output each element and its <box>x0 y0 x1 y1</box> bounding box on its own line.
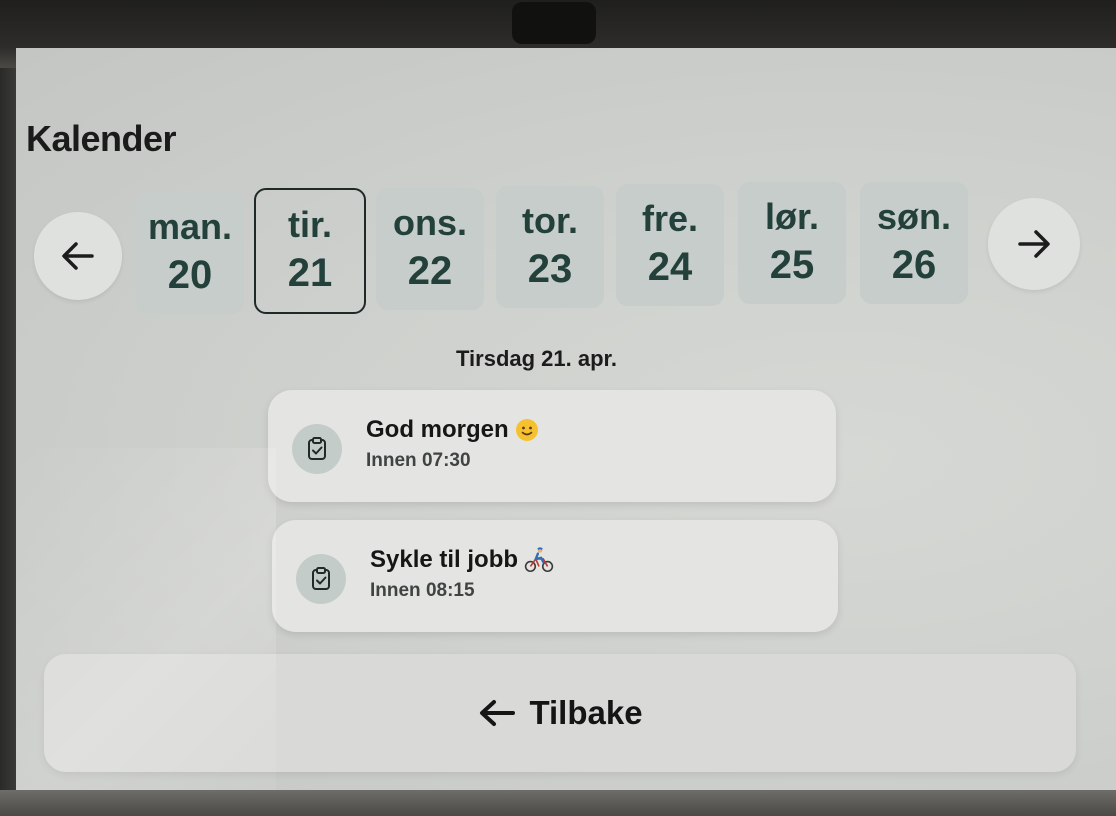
day-number: 25 <box>769 243 815 287</box>
clipboard-check-icon <box>296 554 346 604</box>
day-name: fre. <box>641 198 699 239</box>
task-card[interactable]: Sykle til jobb Innen 08:15 <box>272 520 838 632</box>
person-biking-emoji-icon <box>524 547 554 573</box>
arrow-right-icon <box>1018 230 1050 258</box>
day-name: man. <box>147 206 233 247</box>
camera-notch <box>512 2 596 44</box>
arrow-left-icon <box>62 242 94 270</box>
day-name: tor. <box>521 200 578 241</box>
day-number: 26 <box>891 243 937 287</box>
app-screen: Kalender man. 20 tir. 21 ons. 22 tor. 23… <box>16 48 1116 793</box>
back-button[interactable]: Tilbake <box>44 654 1076 772</box>
smiling-face-emoji-icon <box>515 419 538 441</box>
day-tile-sat[interactable]: lør. 25 <box>738 182 846 304</box>
week-day-strip: man. 20 tir. 21 ons. 22 tor. 23 fre. 24 … <box>136 182 986 322</box>
day-tile-thu[interactable]: tor. 23 <box>496 186 604 308</box>
day-number: 22 <box>407 249 453 293</box>
day-number: 21 <box>287 251 333 295</box>
day-number: 23 <box>527 247 573 291</box>
page-title: Kalender <box>26 118 177 159</box>
task-title: Sykle til jobb <box>370 546 519 573</box>
device-bezel-bottom <box>0 790 1116 816</box>
day-name: ons. <box>392 202 467 243</box>
task-deadline: Innen 08:15 <box>370 580 475 601</box>
arrow-left-icon <box>480 700 516 726</box>
back-button-label: Tilbake <box>529 694 643 731</box>
day-tile-sun[interactable]: søn. 26 <box>860 182 968 304</box>
day-name: søn. <box>876 196 951 237</box>
day-tile-mon[interactable]: man. 20 <box>136 192 244 314</box>
selected-date-heading: Tirsdag 21. apr. <box>456 346 618 371</box>
day-number: 20 <box>167 253 213 297</box>
day-tile-wed[interactable]: ons. 22 <box>376 188 484 310</box>
task-deadline: Innen 07:30 <box>366 450 471 471</box>
day-number: 24 <box>647 245 693 289</box>
day-tile-fri[interactable]: fre. 24 <box>616 184 724 306</box>
task-title: God morgen <box>366 416 509 443</box>
day-name: tir. <box>287 204 332 245</box>
day-tile-tue-selected[interactable]: tir. 21 <box>254 188 366 314</box>
day-name: lør. <box>764 196 820 237</box>
prev-week-button[interactable] <box>34 212 122 300</box>
task-card[interactable]: God morgen Innen 07:30 <box>268 390 836 502</box>
clipboard-check-icon <box>292 424 342 474</box>
next-week-button[interactable] <box>988 198 1080 290</box>
